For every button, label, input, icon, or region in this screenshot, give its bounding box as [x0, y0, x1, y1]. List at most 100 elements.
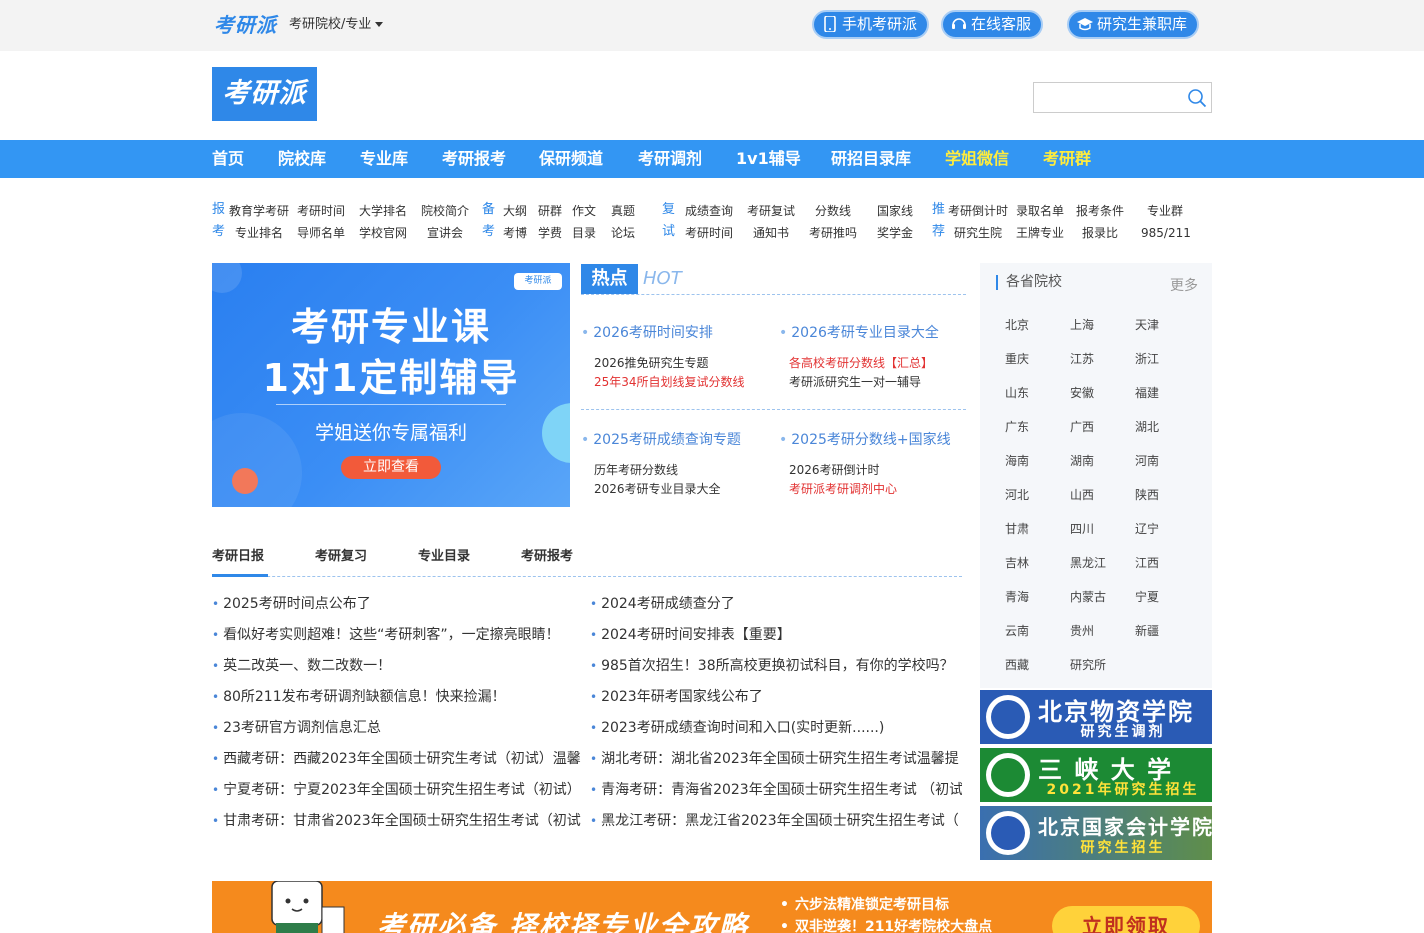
site-logo[interactable]: 考研派 — [212, 67, 317, 121]
province-link[interactable]: 河北 — [1005, 486, 1029, 503]
province-link[interactable]: 湖北 — [1135, 418, 1159, 435]
province-more-link[interactable]: 更多 — [1170, 275, 1198, 295]
nav-majors[interactable]: 专业库 — [360, 140, 408, 178]
school-menu-dropdown[interactable]: 考研院校/专业 — [289, 13, 384, 32]
hot-link[interactable]: 2026考研倒计时 — [789, 461, 880, 478]
hot-headline[interactable]: • 2025考研成绩查询专题 — [581, 429, 741, 449]
hot-link[interactable]: 考研派研究生一对一辅导 — [789, 373, 921, 390]
list-item[interactable]: • 黑龙江考研：黑龙江省2023年全国硕士研究生招生考试（ — [590, 810, 962, 830]
list-item[interactable]: • 英二改英一、数二改数一！ — [212, 655, 582, 675]
ql-link[interactable]: 教育学考研 — [229, 204, 289, 218]
tab-review[interactable]: 考研复习 — [315, 545, 367, 564]
tab-daily[interactable]: 考研日报 — [212, 545, 264, 564]
ql-link[interactable]: 国家线 — [877, 204, 913, 218]
province-link[interactable]: 新疆 — [1135, 622, 1159, 639]
nav-adjustment[interactable]: 考研调剂 — [638, 140, 702, 178]
ql-link[interactable]: 考博 — [503, 226, 527, 240]
ql-link[interactable]: 大纲 — [503, 204, 527, 218]
banner-view-button[interactable]: 立即查看 — [341, 456, 441, 479]
hot-link[interactable]: 25年34所自划线复试分数线 — [594, 373, 745, 390]
province-link[interactable]: 上海 — [1070, 316, 1094, 333]
ql-link[interactable]: 论坛 — [611, 226, 635, 240]
list-item[interactable]: • 23考研官方调剂信息汇总 — [212, 717, 582, 737]
ql-link[interactable]: 宣讲会 — [427, 226, 463, 240]
province-link[interactable]: 研究所 — [1070, 656, 1106, 673]
bottom-promo-banner[interactable]: 考研必备 择校择专业全攻略 • 六步法精准锁定考研目标 • 双非逆袭！211好考院校… — [212, 881, 1212, 933]
province-link[interactable]: 广东 — [1005, 418, 1029, 435]
province-link[interactable]: 青海 — [1005, 588, 1029, 605]
list-item[interactable]: • 80所211发布考研调剂缺额信息！快来捡漏！ — [212, 686, 582, 706]
ql-link[interactable]: 奖学金 — [877, 226, 913, 240]
tab-registration[interactable]: 考研报考 — [521, 545, 573, 564]
hot-link[interactable]: 各高校考研分数线【汇总】 — [789, 354, 933, 371]
list-item[interactable]: • 2024考研时间安排表【重要】 — [590, 624, 962, 644]
ql-link[interactable]: 成绩查询 — [685, 204, 733, 218]
province-link[interactable]: 浙江 — [1135, 350, 1159, 367]
hot-headline[interactable]: • 2026考研专业目录大全 — [779, 322, 939, 342]
online-service-button[interactable]: 在线客服 — [941, 10, 1044, 39]
ql-link[interactable]: 王牌专业 — [1016, 226, 1064, 240]
province-link[interactable]: 山西 — [1070, 486, 1094, 503]
province-link[interactable]: 内蒙古 — [1070, 588, 1106, 605]
province-link[interactable]: 北京 — [1005, 316, 1029, 333]
nav-wechat[interactable]: 学姐微信 — [945, 140, 1009, 178]
ql-link[interactable]: 报录比 — [1082, 226, 1118, 240]
list-item[interactable]: • 2023考研成绩查询时间和入口(实时更新......) — [590, 717, 962, 737]
province-link[interactable]: 吉林 — [1005, 554, 1029, 571]
nav-catalog[interactable]: 研招目录库 — [831, 140, 911, 178]
ad-beijing-wuzi[interactable]: 北京物资学院 研究生调剂 — [980, 690, 1212, 744]
province-link[interactable]: 湖南 — [1070, 452, 1094, 469]
nav-tutoring[interactable]: 1v1辅导 — [736, 140, 801, 178]
nav-home[interactable]: 首页 — [212, 140, 244, 178]
province-link[interactable]: 贵州 — [1070, 622, 1094, 639]
ql-link[interactable]: 录取名单 — [1016, 204, 1064, 218]
list-item[interactable]: • 2024考研成绩查分了 — [590, 593, 962, 613]
list-item[interactable]: • 青海考研：青海省2023年全国硕士研究生招生考试 （初试 — [590, 779, 962, 799]
search-input[interactable] — [1034, 83, 1179, 112]
hot-link[interactable]: 考研派考研调剂中心 — [789, 480, 897, 497]
province-link[interactable]: 四川 — [1070, 520, 1094, 537]
province-link[interactable]: 江苏 — [1070, 350, 1094, 367]
province-link[interactable]: 海南 — [1005, 452, 1029, 469]
province-link[interactable]: 天津 — [1135, 316, 1159, 333]
ql-link[interactable]: 专业排名 — [235, 226, 283, 240]
hot-headline[interactable]: • 2026考研时间安排 — [581, 322, 713, 342]
part-time-job-button[interactable]: 研究生兼职库 — [1067, 10, 1200, 39]
ql-link[interactable]: 研究生院 — [954, 226, 1002, 240]
list-item[interactable]: • 看似好考实则超难！这些“考研刺客”，一定擦亮眼睛！ — [212, 624, 582, 644]
list-item[interactable]: • 宁夏考研：宁夏2023年全国硕士研究生招生考试（初试） — [212, 779, 582, 799]
promo-banner[interactable]: 考研派 考研专业课 1对1定制辅导 学姐送你专属福利 立即查看 — [212, 263, 570, 507]
province-link[interactable]: 安徽 — [1070, 384, 1094, 401]
list-item[interactable]: • 2025考研时间点公布了 — [212, 593, 582, 613]
tab-catalog[interactable]: 专业目录 — [418, 545, 470, 564]
ql-link[interactable]: 真题 — [611, 204, 635, 218]
province-link[interactable]: 黑龙江 — [1070, 554, 1106, 571]
ql-link[interactable]: 考研时间 — [297, 204, 345, 218]
ql-link[interactable]: 研群 — [538, 204, 562, 218]
ql-link[interactable]: 学费 — [538, 226, 562, 240]
province-link[interactable]: 云南 — [1005, 622, 1029, 639]
hot-headline[interactable]: • 2025考研分数线+国家线 — [779, 429, 951, 449]
province-link[interactable]: 福建 — [1135, 384, 1159, 401]
ql-link[interactable]: 通知书 — [753, 226, 789, 240]
top-brand-link[interactable]: 考研派 — [214, 9, 277, 38]
hot-link[interactable]: 历年考研分数线 — [594, 461, 678, 478]
hot-link[interactable]: 2026考研专业目录大全 — [594, 480, 721, 497]
nav-recommendation[interactable]: 保研频道 — [539, 140, 603, 178]
ql-link[interactable]: 考研复试 — [747, 204, 795, 218]
ql-link[interactable]: 考研推吗 — [809, 226, 857, 240]
ql-link[interactable]: 学校官网 — [359, 226, 407, 240]
ql-link[interactable]: 导师名单 — [297, 226, 345, 240]
ad-nai[interactable]: 北京国家会计学院 研究生招生 — [980, 806, 1212, 860]
province-link[interactable]: 广西 — [1070, 418, 1094, 435]
province-link[interactable]: 河南 — [1135, 452, 1159, 469]
list-item[interactable]: • 2023年研考国家线公布了 — [590, 686, 962, 706]
ad-sanxia[interactable]: 三 峡 大 学 2021年研究生招生 — [980, 748, 1212, 802]
ql-link[interactable]: 作文 — [572, 204, 596, 218]
nav-registration[interactable]: 考研报考 — [442, 140, 506, 178]
ql-link[interactable]: 大学排名 — [359, 204, 407, 218]
mobile-app-button[interactable]: 手机考研派 — [812, 10, 930, 39]
province-link[interactable]: 甘肃 — [1005, 520, 1029, 537]
province-link[interactable]: 重庆 — [1005, 350, 1029, 367]
nav-groups[interactable]: 考研群 — [1043, 140, 1091, 178]
